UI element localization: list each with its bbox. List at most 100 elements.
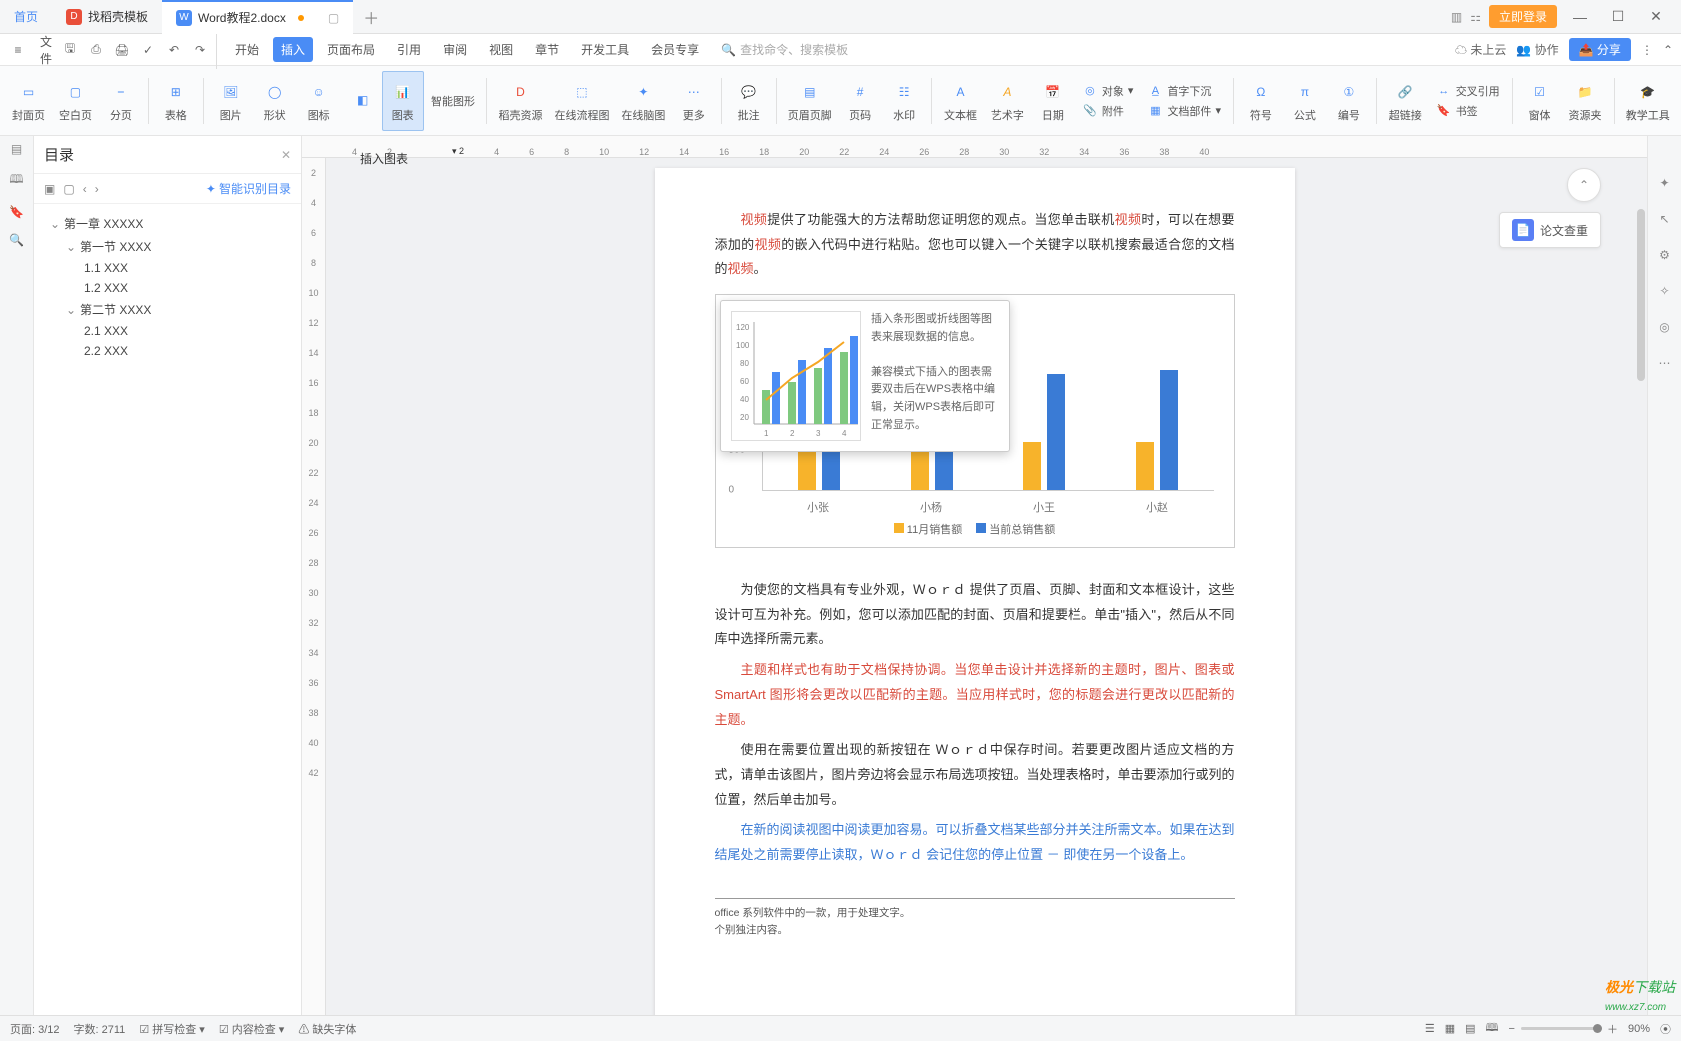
minimize-button[interactable]: — xyxy=(1565,9,1595,25)
ruler-horizontal[interactable]: 42▾ 246810121416182022242628303234363840 xyxy=(302,136,1647,158)
rb-picture[interactable]: 🖼图片 xyxy=(210,71,252,131)
rb-shape[interactable]: ◯形状 xyxy=(254,71,296,131)
close-window-button[interactable]: ✕ xyxy=(1641,8,1671,25)
more-menu-icon[interactable]: ⋮ xyxy=(1641,43,1653,57)
tab-home[interactable]: 首页 xyxy=(0,0,52,34)
zoom-slider[interactable]: −＋ xyxy=(1509,1021,1618,1037)
menu-start[interactable]: 开始 xyxy=(227,37,267,62)
smart-toc-button[interactable]: ✦ 智能识别目录 xyxy=(206,180,291,197)
rb-formula[interactable]: π公式 xyxy=(1284,71,1326,131)
rb-watermark[interactable]: ☷水印 xyxy=(883,71,925,131)
rb-teach[interactable]: 🎓教学工具 xyxy=(1620,71,1675,131)
document-page[interactable]: 视频提供了功能强大的方法帮助您证明您的观点。当您单击联机视频时，可以在想要添加的… xyxy=(655,168,1295,1015)
status-spell[interactable]: ☑ 拼写检查 ▾ xyxy=(139,1021,205,1037)
outline-icon[interactable]: ▤ xyxy=(11,142,22,156)
coop-button[interactable]: 👥 协作 xyxy=(1516,41,1558,58)
status-page[interactable]: 页面: 3/12 xyxy=(10,1021,60,1037)
rr-cursor-icon[interactable]: ↖ xyxy=(1659,212,1669,226)
toc-node[interactable]: 1.1 XXX xyxy=(44,258,291,278)
menu-section[interactable]: 章节 xyxy=(527,37,567,62)
toc-node[interactable]: ⌄第一节 XXXX xyxy=(44,235,291,258)
toc-node[interactable]: ⌄第二节 XXXX xyxy=(44,298,291,321)
undo-icon[interactable]: ↶ xyxy=(164,43,184,57)
menu-pagelayout[interactable]: 页面布局 xyxy=(319,37,383,62)
rb-resource[interactable]: 📁资源夹 xyxy=(1563,71,1608,131)
search-rail-icon[interactable]: 🔍 xyxy=(9,233,24,247)
rr-settings-icon[interactable]: ⚙ xyxy=(1659,248,1670,262)
rb-more[interactable]: ⋯更多 xyxy=(673,71,715,131)
rb-number[interactable]: ①编号 xyxy=(1328,71,1370,131)
rb-table[interactable]: ⊞表格 xyxy=(155,71,197,131)
rr-target-icon[interactable]: ◎ xyxy=(1659,320,1669,334)
pane-layout-icon[interactable]: ▥ xyxy=(1451,10,1462,24)
maximize-button[interactable]: ☐ xyxy=(1603,8,1633,25)
rr-sparkle-icon[interactable]: ✧ xyxy=(1659,284,1669,298)
rb-smartart[interactable]: 智能图形 xyxy=(426,71,481,131)
status-content[interactable]: ☑ 内容检查 ▾ xyxy=(219,1021,285,1037)
rb-docer[interactable]: D稻壳资源 xyxy=(493,71,548,131)
toc-collapse-icon[interactable]: ▣ xyxy=(44,182,55,196)
toc-close-icon[interactable]: ✕ xyxy=(281,148,291,162)
zoom-reset-icon[interactable]: ⦿ xyxy=(1660,1021,1671,1037)
command-search[interactable]: 🔍 查找命令、搜索模板 xyxy=(721,41,848,58)
collapse-ribbon-icon[interactable]: ⌃ xyxy=(1663,43,1673,57)
toc-next-icon[interactable]: › xyxy=(95,182,99,196)
rb-headerfooter[interactable]: ▤页眉页脚 xyxy=(782,71,837,131)
view-web-icon[interactable]: ▤ xyxy=(1465,1022,1475,1035)
share-button[interactable]: 📤 分享 xyxy=(1569,38,1631,61)
hamburger-icon[interactable]: ≡ xyxy=(8,43,28,57)
cloud-status[interactable]: ☁ 未上云 xyxy=(1455,41,1506,58)
print-icon[interactable]: 🖨 xyxy=(112,43,132,57)
rb-bookmark[interactable]: 🔖书签 xyxy=(1436,103,1500,119)
rr-more-icon[interactable]: ⋯ xyxy=(1659,356,1671,370)
qa-icon[interactable]: ✓ xyxy=(138,43,158,57)
ruler-vertical[interactable]: 24681012141618202224262830323436384042 xyxy=(302,158,326,1015)
view-read-icon[interactable]: 🕮 xyxy=(1486,1019,1499,1038)
zoom-value[interactable]: 90% xyxy=(1628,1023,1650,1035)
rb-comment[interactable]: 💬批注 xyxy=(728,71,770,131)
thesis-check-button[interactable]: 📄论文查重 xyxy=(1499,212,1601,248)
status-words[interactable]: 字数: 2711 xyxy=(74,1021,126,1037)
toc-expand-icon[interactable]: ▢ xyxy=(63,182,74,196)
rb-break[interactable]: ⎯分页 xyxy=(100,71,142,131)
rb-docpart[interactable]: ▦文档部件 ▾ xyxy=(1147,103,1221,119)
rb-smartshape[interactable]: ◧ xyxy=(342,71,384,131)
menu-view[interactable]: 视图 xyxy=(481,37,521,62)
menu-reference[interactable]: 引用 xyxy=(389,37,429,62)
float-up-icon[interactable]: ⌃ xyxy=(1567,168,1601,202)
toc-node[interactable]: 2.2 XXX xyxy=(44,341,291,361)
tab-document[interactable]: W Word教程2.docx ▢ xyxy=(162,0,353,34)
toc-prev-icon[interactable]: ‹ xyxy=(83,182,87,196)
add-tab-button[interactable]: ＋ xyxy=(353,5,389,29)
rb-object[interactable]: ◎对象 ▾ xyxy=(1082,83,1134,99)
rb-pagenum[interactable]: #页码 xyxy=(839,71,881,131)
toc-node[interactable]: 2.1 XXX xyxy=(44,321,291,341)
rb-symbol[interactable]: Ω符号 xyxy=(1240,71,1282,131)
toc-node[interactable]: ⌄第一章 XXXXX xyxy=(44,212,291,235)
file-menu[interactable]: 文件 xyxy=(34,31,54,69)
rb-hyperlink[interactable]: 🔗超链接 xyxy=(1383,71,1428,131)
close-tab-icon[interactable]: ▢ xyxy=(328,11,339,25)
print-preview-icon[interactable]: ⎙ xyxy=(86,42,106,57)
menu-insert[interactable]: 插入 xyxy=(273,37,313,62)
toc-node[interactable]: 1.2 XXX xyxy=(44,278,291,298)
menu-vip[interactable]: 会员专享 xyxy=(643,37,707,62)
login-button[interactable]: 立即登录 xyxy=(1489,5,1557,28)
status-font[interactable]: ⚠ 缺失字体 xyxy=(298,1021,356,1037)
rb-form[interactable]: ☑窗体 xyxy=(1519,71,1561,131)
rb-textbox[interactable]: A文本框 xyxy=(938,71,983,131)
grid-icon[interactable]: ⚏ xyxy=(1470,10,1481,24)
menu-devtools[interactable]: 开发工具 xyxy=(573,37,637,62)
menu-review[interactable]: 审阅 xyxy=(435,37,475,62)
redo-icon[interactable]: ↷ xyxy=(190,43,210,57)
bookmark-icon[interactable]: 🔖 xyxy=(9,205,24,219)
rb-icon[interactable]: ☺图标 xyxy=(298,71,340,131)
view-print-icon[interactable]: ▦ xyxy=(1445,1022,1455,1035)
tab-templates[interactable]: D 找稻壳模板 xyxy=(52,0,162,34)
rb-chart[interactable]: 📊图表 xyxy=(382,71,424,131)
save-icon[interactable]: 🖫 xyxy=(60,39,80,60)
rb-attach[interactable]: 📎附件 xyxy=(1082,103,1134,119)
rb-dropcap[interactable]: A̲首字下沉 xyxy=(1147,83,1221,99)
rb-date[interactable]: 📅日期 xyxy=(1032,71,1074,131)
bookmark-rail-icon[interactable]: 🕮 xyxy=(9,170,23,191)
